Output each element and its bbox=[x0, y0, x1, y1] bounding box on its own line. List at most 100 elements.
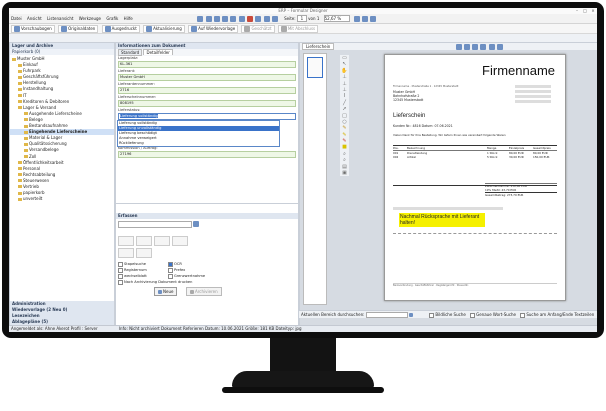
import-icon[interactable] bbox=[154, 236, 170, 246]
field-lieferscheinnummer[interactable]: 808195 bbox=[118, 100, 296, 107]
zoom-select[interactable]: 52,67 % bbox=[323, 15, 350, 22]
cut-icon[interactable] bbox=[230, 16, 237, 22]
tree-item[interactable]: unverteilt bbox=[10, 196, 114, 202]
fit-width-icon[interactable] bbox=[362, 16, 369, 22]
page-input[interactable]: 1 bbox=[296, 15, 307, 22]
nav-icon[interactable] bbox=[488, 44, 495, 50]
toolbar-btn-geschaetzt[interactable]: Geschätzt bbox=[241, 25, 275, 33]
clipboard-icon[interactable] bbox=[136, 248, 152, 258]
separator bbox=[393, 233, 557, 234]
check-wechselblatt[interactable] bbox=[118, 273, 123, 279]
nav-icon[interactable] bbox=[496, 44, 503, 50]
nav-icon[interactable] bbox=[480, 44, 487, 50]
items-table: Pos. Bezeichnung Menge Einzelpreis Gesamtpre… bbox=[393, 145, 557, 186]
check-stapelsuche[interactable] bbox=[118, 261, 123, 267]
chip-genau[interactable] bbox=[470, 312, 476, 318]
field-lieferstatus[interactable]: Lieferung vollständig bbox=[118, 113, 296, 120]
field-lieferantennummer[interactable]: 2716 bbox=[118, 87, 296, 94]
menu-ansicht[interactable]: Ansicht bbox=[25, 14, 44, 23]
preview-tabs: Lieferschein bbox=[300, 43, 597, 50]
folder-icon bbox=[18, 191, 22, 195]
profile-select[interactable] bbox=[118, 221, 192, 228]
chip-anfang[interactable] bbox=[520, 312, 526, 318]
page-thumbnail[interactable] bbox=[307, 57, 323, 78]
zoom-out-icon[interactable] bbox=[271, 16, 278, 22]
camera-icon[interactable] bbox=[136, 236, 152, 246]
archive-button[interactable]: Archivieren bbox=[186, 287, 222, 296]
document-info-panel: Informationen zum Dokument Standard Deta… bbox=[115, 42, 299, 326]
check-registernum[interactable] bbox=[118, 267, 123, 273]
folder-icon bbox=[24, 124, 28, 128]
menu-datei[interactable]: Datei bbox=[9, 14, 24, 23]
info-tabs: Standard Detailfelder bbox=[116, 49, 298, 56]
nav-icon[interactable] bbox=[472, 44, 479, 50]
check-print-after[interactable] bbox=[118, 279, 123, 285]
image-icon[interactable]: ▣ bbox=[340, 170, 349, 176]
scan-icon[interactable] bbox=[213, 16, 220, 22]
chip-bildliche[interactable] bbox=[429, 312, 435, 318]
tree-item-label: Ausgehende Lieferscheine bbox=[29, 110, 82, 116]
toolbar-btn-aktualisierung[interactable]: Aktualisierung bbox=[143, 25, 185, 33]
chip-label: Suche am Anfang/Ende Textzeilen bbox=[526, 312, 595, 317]
refresh-icon bbox=[146, 26, 153, 32]
toolbar-btn-original[interactable]: Originaldaten bbox=[58, 25, 99, 33]
check-prefex[interactable] bbox=[168, 267, 173, 273]
tree-item-label: Zoll bbox=[29, 153, 37, 159]
scanner-icon[interactable] bbox=[118, 236, 134, 246]
tab-standard[interactable]: Standard bbox=[118, 49, 143, 56]
menu-werkzeuge[interactable]: Werkzeuge bbox=[77, 14, 103, 23]
archive-panel-bottom: Administration Wiedervorlage (2 Neu 0) L… bbox=[10, 301, 114, 325]
tab-detailfelder[interactable]: Detailfelder bbox=[143, 49, 173, 55]
document-page: Firmenname Firmenname · Musterstraße 1 ·… bbox=[384, 54, 566, 301]
menu-listenansicht[interactable]: Listenansicht bbox=[45, 14, 75, 23]
tree-item-label: Vertrieb bbox=[23, 183, 39, 189]
tree-item-label: Instandhaltung bbox=[23, 86, 54, 92]
paste-icon[interactable] bbox=[238, 16, 245, 22]
detail-form: Lagerplatz: KL-361 Lieferant: Muster Gmb… bbox=[116, 56, 298, 158]
lieferstatus-dropdown[interactable]: Lieferung vollständig Lieferung unvollst… bbox=[117, 120, 280, 147]
search-icon[interactable] bbox=[409, 313, 414, 317]
zoom-in-icon[interactable] bbox=[263, 16, 270, 22]
delete-icon[interactable] bbox=[246, 16, 253, 22]
tree-item-label: Personal bbox=[23, 165, 41, 171]
rotate-icon[interactable] bbox=[255, 16, 262, 22]
toolbar-btn-ausgedruckt[interactable]: Ausgedruckt bbox=[101, 25, 140, 33]
new-button[interactable]: Neue bbox=[154, 287, 178, 296]
folder-icon bbox=[18, 106, 22, 110]
check-ocr[interactable] bbox=[168, 261, 173, 267]
fit-page-icon[interactable] bbox=[353, 16, 360, 22]
tree-item-label: Material & Lager bbox=[29, 135, 63, 141]
copy-icon[interactable] bbox=[222, 16, 229, 22]
mail-icon[interactable] bbox=[205, 16, 212, 22]
print-icon[interactable] bbox=[197, 16, 204, 22]
field-lieferant[interactable]: Muster GmbH bbox=[118, 74, 296, 81]
folder-icon[interactable] bbox=[172, 236, 188, 246]
chip-label: Genaue Wort-Suche bbox=[476, 312, 517, 317]
menu-grafik[interactable]: Grafik bbox=[104, 14, 120, 23]
toolbar-btn-vorschau[interactable]: Vorschaubogen bbox=[11, 25, 55, 33]
check-grenzwert[interactable] bbox=[168, 273, 173, 279]
menu-hilfe[interactable]: Hilfe bbox=[122, 14, 135, 23]
toolbar-btn-wiedervorlage[interactable]: Auf Wiedervorlage bbox=[188, 25, 239, 33]
folder-icon bbox=[24, 118, 28, 122]
field-lagerplatz[interactable]: KL-361 bbox=[118, 61, 296, 68]
toolbar-btn-abschluss[interactable]: Mit Abschluss bbox=[277, 25, 319, 33]
nav-icon[interactable] bbox=[463, 44, 470, 50]
hand-tool-icon[interactable] bbox=[370, 16, 377, 22]
field-kommission[interactable]: 27196 bbox=[118, 151, 296, 158]
lock-icon bbox=[244, 26, 251, 32]
tree-item-label: Öffentlichkeitsarbeit bbox=[23, 159, 64, 165]
tree-item-label: Steuerwesen bbox=[23, 177, 50, 183]
tab-lieferschein[interactable]: Lieferschein bbox=[302, 43, 335, 50]
search-label: Aktuellen Bereich durchsuchen: bbox=[301, 312, 365, 317]
sender-block bbox=[515, 85, 551, 103]
search-input[interactable] bbox=[365, 312, 408, 318]
monitor-frame: ERP – Formular Designer – □ × Datei Ansi… bbox=[2, 2, 604, 338]
nav-icon[interactable] bbox=[455, 44, 462, 50]
dropdown-option[interactable]: Rücklieferung bbox=[118, 141, 279, 146]
mail-import-icon[interactable] bbox=[118, 248, 134, 258]
window-title: ERP – Formular Designer bbox=[278, 8, 328, 13]
scan-profile-icon[interactable] bbox=[193, 221, 199, 227]
tree-item-label: unverteilt bbox=[23, 196, 43, 202]
yellow-note[interactable]: Nachmal Rücksprache mit Lieferant halten… bbox=[399, 213, 485, 227]
